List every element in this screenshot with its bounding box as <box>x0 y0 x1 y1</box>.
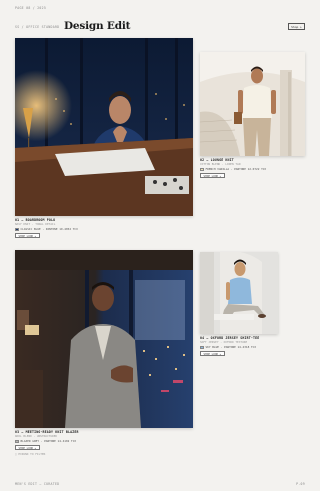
look-01-photo[interactable] <box>15 38 193 216</box>
color-label: Sky Blue · Pantone 14-4318 TCX <box>205 344 257 349</box>
color-swatch <box>15 227 19 231</box>
footer-page-number: P.09 <box>296 482 305 486</box>
page-footer: Men's Edit — Curated P.09 <box>15 482 305 486</box>
issue-label: Page 08 / 2025 <box>15 6 47 10</box>
color-swatch <box>15 439 19 443</box>
look-01-color: Classic Blue · Pantone 19-4052 TCX <box>15 227 193 231</box>
look-02-shop-button[interactable]: Shop Look ▸ <box>200 173 225 179</box>
look-01-caption: 01 — Boardroom Polo Navy knit · Tonal de… <box>15 218 193 239</box>
look-02-photo[interactable] <box>200 52 305 156</box>
look-03-color: Blazer Grey · Pantone 14-4102 TCX <box>15 439 193 443</box>
color-label: Classic Blue · Pantone 19-4052 TCX <box>20 226 78 231</box>
page-header: SS / Office Standard Design Edit Shop ▸ <box>15 20 305 34</box>
look-04-caption: 04 — Oxford Jersey Shirt-Tee Soft jersey… <box>200 336 305 357</box>
look-03-caption: 03 — Meeting-Ready Knit Blazer Wool blen… <box>15 430 193 456</box>
color-label: French Vanilla · Pantone 12-0722 TCX <box>205 166 267 171</box>
shop-menu-button[interactable]: Shop ▸ <box>288 23 305 30</box>
look-03-photo[interactable] <box>15 250 193 428</box>
color-swatch <box>200 167 204 171</box>
look-04-photo[interactable] <box>200 252 278 334</box>
look-02-color: French Vanilla · Pantone 12-0722 TCX <box>200 167 305 171</box>
look-03-shop-button[interactable]: Shop Look ▸ <box>15 445 40 451</box>
color-swatch <box>200 345 204 349</box>
color-label: Blazer Grey · Pantone 14-4102 TCX <box>20 438 77 443</box>
footer-left: Men's Edit — Curated <box>15 482 60 486</box>
page-title: Design Edit <box>64 20 131 32</box>
breadcrumb[interactable]: SS / Office Standard <box>15 25 59 29</box>
look-02-caption: 02 — Lounge Knit Cotton blend · Linen ta… <box>200 158 305 179</box>
look-01-shop-button[interactable]: Shop Look ▸ <box>15 233 40 239</box>
expand-filter-toggle[interactable]: □ Expand to filter <box>15 452 193 456</box>
look-04-color: Sky Blue · Pantone 14-4318 TCX <box>200 345 305 349</box>
look-04-shop-button[interactable]: Shop Look ▸ <box>200 351 225 357</box>
